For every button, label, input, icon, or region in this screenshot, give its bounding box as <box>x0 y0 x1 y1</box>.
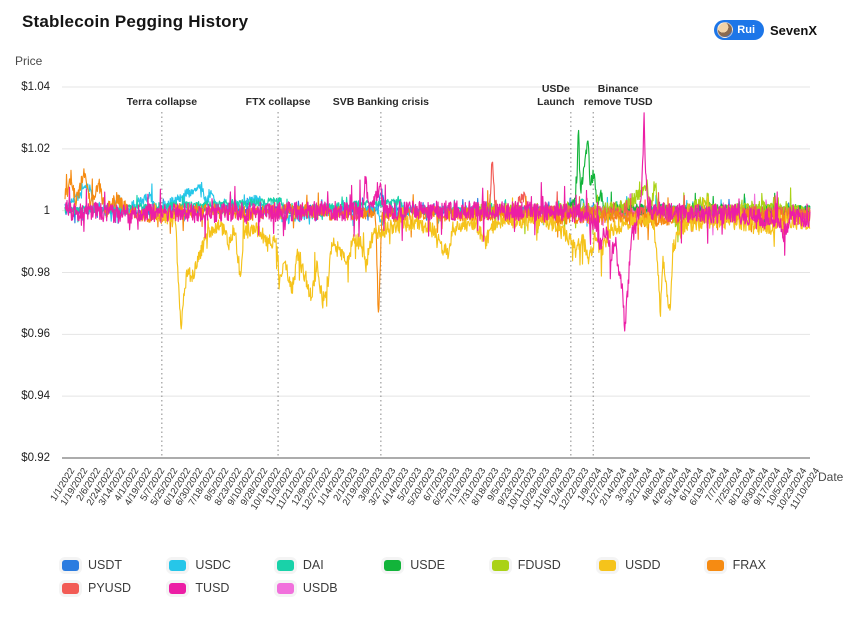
legend-label: USDB <box>303 581 338 595</box>
legend-swatch-icon <box>707 560 724 571</box>
annotation-label: SVB Banking crisis <box>333 96 429 109</box>
legend-label: USDC <box>195 558 230 572</box>
legend-label: USDE <box>410 558 445 572</box>
annotation-label: Terra collapse <box>127 96 197 109</box>
brand-name: SevenX <box>770 23 817 38</box>
stablecoin-pegging-dashboard: { "header": { "title": "Stablecoin Peggi… <box>0 0 865 617</box>
legend-item-frax[interactable]: FRAX <box>707 558 814 572</box>
y-tick-label: 1 <box>4 205 50 217</box>
y-axis-title: Price <box>15 54 42 68</box>
legend-swatch-icon <box>277 560 294 571</box>
legend-item-dai[interactable]: DAI <box>277 558 384 572</box>
legend-label: FDUSD <box>518 558 561 572</box>
legend-swatch-icon <box>62 583 79 594</box>
legend-label: PYUSD <box>88 581 131 595</box>
annotation-label: USDe Launch <box>537 83 574 109</box>
y-tick-label: $0.96 <box>4 328 50 340</box>
legend-label: USDT <box>88 558 122 572</box>
legend-item-usdc[interactable]: USDC <box>169 558 276 572</box>
legend-swatch-icon <box>277 583 294 594</box>
legend-label: TUSD <box>195 581 229 595</box>
page-title: Stablecoin Pegging History <box>22 12 248 32</box>
legend-swatch-icon <box>599 560 616 571</box>
rui-badge[interactable]: Rui <box>714 20 764 40</box>
annotation-label: FTX collapse <box>246 96 311 109</box>
y-tick-label: $1.02 <box>4 143 50 155</box>
chart-legend: USDT USDC DAI USDE FDUSD USDD FRAX PYUSD TUSD USD… <box>62 558 814 595</box>
legend-item-usdd[interactable]: USDD <box>599 558 706 572</box>
legend-swatch-icon <box>384 560 401 571</box>
legend-label: DAI <box>303 558 324 572</box>
legend-swatch-icon <box>492 560 509 571</box>
rui-avatar-icon <box>717 22 733 38</box>
legend-item-usdt[interactable]: USDT <box>62 558 169 572</box>
legend-swatch-icon <box>62 560 79 571</box>
y-tick-label: $1.04 <box>4 81 50 93</box>
legend-label: USDD <box>625 558 660 572</box>
y-tick-label: $0.94 <box>4 390 50 402</box>
legend-item-usdb[interactable]: USDB <box>277 581 384 595</box>
legend-swatch-icon <box>169 583 186 594</box>
legend-item-tusd[interactable]: TUSD <box>169 581 276 595</box>
brand-area: Rui SevenX <box>714 20 817 40</box>
legend-item-pyusd[interactable]: PYUSD <box>62 581 169 595</box>
legend-swatch-icon <box>169 560 186 571</box>
y-tick-label: $0.98 <box>4 267 50 279</box>
rui-badge-label: Rui <box>737 24 755 36</box>
legend-item-fdusd[interactable]: FDUSD <box>492 558 599 572</box>
legend-label: FRAX <box>733 558 766 572</box>
annotation-label: Binance remove TUSD <box>584 83 653 109</box>
y-tick-label: $0.92 <box>4 452 50 464</box>
legend-item-usde[interactable]: USDE <box>384 558 491 572</box>
